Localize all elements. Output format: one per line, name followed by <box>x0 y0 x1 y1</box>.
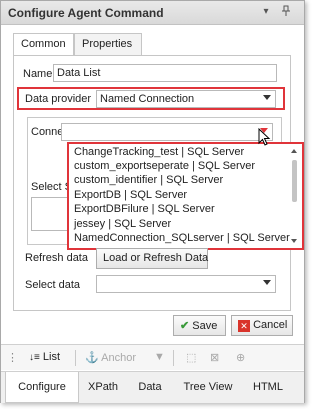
name-label: Name <box>23 68 53 80</box>
data-provider-value: Named Connection <box>100 93 195 105</box>
window-title: Configure Agent Command <box>8 6 164 20</box>
connection-list-popup: ChangeTracking_test | SQL Server custom_… <box>67 142 304 250</box>
tab-html[interactable]: HTML <box>245 372 291 403</box>
tab-common[interactable]: Common <box>13 33 74 56</box>
list-item[interactable]: custom_exportseperate | SQL Server <box>74 160 255 172</box>
chevron-down-icon <box>263 280 271 285</box>
select-data-label: Select data <box>25 279 81 291</box>
filter-icon[interactable]: ▼ <box>154 351 165 363</box>
checkmark-icon: ✔ <box>180 320 190 332</box>
dropdown-icon[interactable]: ▾ <box>259 5 273 19</box>
tab-data[interactable]: Data <box>129 372 171 403</box>
data-provider-label: Data provider <box>25 93 92 105</box>
connection-dropdown[interactable] <box>61 123 273 141</box>
toolbar-divider <box>173 350 174 366</box>
scroll-down-icon[interactable] <box>291 239 297 243</box>
select-label: Select S <box>31 181 72 193</box>
list-tool-button[interactable]: ↓≡ List <box>29 351 60 363</box>
refresh-data-label: Refresh data <box>25 252 88 264</box>
select-box[interactable] <box>31 197 69 231</box>
list-item[interactable]: NamedConnection_SQLserver | SQL Server <box>74 232 290 244</box>
list-item[interactable]: jessey | SQL Server <box>74 218 171 230</box>
name-field[interactable]: Data List <box>53 64 277 82</box>
list-item[interactable]: custom_identifier | SQL Server <box>74 174 223 186</box>
bottom-tab-strip: Configure XPath Data Tree View HTML <box>1 371 304 403</box>
scroll-up-icon[interactable] <box>291 149 297 153</box>
configure-agent-command-window: Configure Agent Command ▾ Common Propert… <box>0 0 305 403</box>
anchor-icon: ⚓ <box>85 352 99 364</box>
target-icon[interactable]: ⊕ <box>236 351 245 364</box>
bottom-toolbar: ⋮ ↓≡ List ⚓ Anchor ▼ ⬚ ⊠ ⊕ <box>1 344 304 370</box>
cancel-label: Cancel <box>253 319 288 331</box>
select-data-dropdown[interactable] <box>96 275 276 293</box>
tab-configure[interactable]: Configure <box>5 372 79 403</box>
list-item[interactable]: ChangeTracking_test | SQL Server <box>74 146 244 158</box>
chevron-down-icon <box>263 95 271 100</box>
cancel-button[interactable]: ✕ Cancel <box>231 315 293 336</box>
mouse-cursor-icon <box>258 128 271 146</box>
grip-icon: ⋮ <box>7 352 18 364</box>
anchor-tool-button[interactable]: ⚓ Anchor <box>85 351 136 364</box>
list-scrollbar[interactable] <box>290 147 299 245</box>
list-tool-label: List <box>42 351 61 363</box>
data-provider-dropdown[interactable]: Named Connection <box>96 90 276 108</box>
save-button[interactable]: ✔ Save <box>173 315 226 336</box>
load-refresh-button[interactable]: Load or Refresh Data <box>96 248 208 269</box>
list-item[interactable]: ExportDB | SQL Server <box>74 189 187 201</box>
scroll-thumb[interactable] <box>292 160 297 202</box>
cancel-x-icon: ✕ <box>238 320 250 332</box>
list-item[interactable]: ExportDBFilure | SQL Server <box>74 203 215 215</box>
save-label: Save <box>192 320 218 332</box>
clear-selection-icon[interactable]: ⊠ <box>210 351 219 364</box>
pin-icon[interactable] <box>279 5 293 19</box>
toolbar-divider <box>75 350 76 366</box>
anchor-tool-label: Anchor <box>101 352 137 364</box>
select-area-icon[interactable]: ⬚ <box>186 351 196 364</box>
tab-properties[interactable]: Properties <box>74 33 142 55</box>
tab-tree-view[interactable]: Tree View <box>175 372 241 403</box>
sort-list-icon: ↓≡ <box>29 352 40 363</box>
tab-xpath[interactable]: XPath <box>81 372 125 403</box>
title-bar: Configure Agent Command ▾ <box>1 1 304 25</box>
